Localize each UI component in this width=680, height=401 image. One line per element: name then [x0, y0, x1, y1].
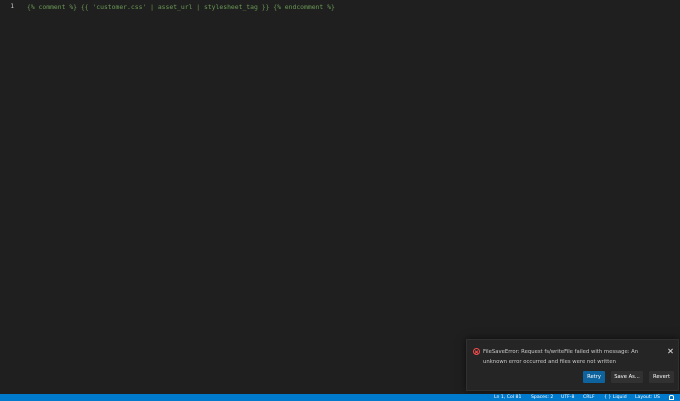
close-icon[interactable] — [666, 347, 674, 355]
notification-message: FileSaveError: Request fs/writeFile fail… — [483, 349, 639, 365]
vscode-window: 1 {% comment %} {{ 'customer.css' | asse… — [0, 0, 680, 401]
save-as-button[interactable]: Save As... — [611, 371, 643, 383]
keyboard-layout[interactable]: Layout: US — [635, 394, 660, 401]
language-mode[interactable]: { } Liquid — [604, 394, 627, 401]
indentation-setting[interactable]: Spaces: 2 — [531, 394, 553, 401]
error-icon — [473, 348, 480, 355]
editor-line[interactable]: 1 {% comment %} {{ 'customer.css' | asse… — [0, 2, 680, 12]
error-notification: FileSaveError: Request fs/writeFile fail… — [466, 339, 679, 391]
revert-button[interactable]: Revert — [649, 371, 674, 383]
notifications-bell-icon[interactable] — [669, 395, 674, 400]
line-ending-setting[interactable]: CRLF — [583, 394, 595, 401]
code-text[interactable]: {% comment %} {{ 'customer.css' | asset_… — [27, 2, 335, 12]
line-number: 1 — [10, 3, 14, 10]
status-bar: Ln 1, Col 81 Spaces: 2 UTF-8 CRLF { } Li… — [0, 394, 680, 401]
retry-button[interactable]: Retry — [583, 371, 605, 383]
encoding-setting[interactable]: UTF-8 — [561, 394, 574, 401]
cursor-position[interactable]: Ln 1, Col 81 — [494, 394, 521, 401]
editor-area[interactable]: 1 {% comment %} {{ 'customer.css' | asse… — [0, 0, 680, 394]
